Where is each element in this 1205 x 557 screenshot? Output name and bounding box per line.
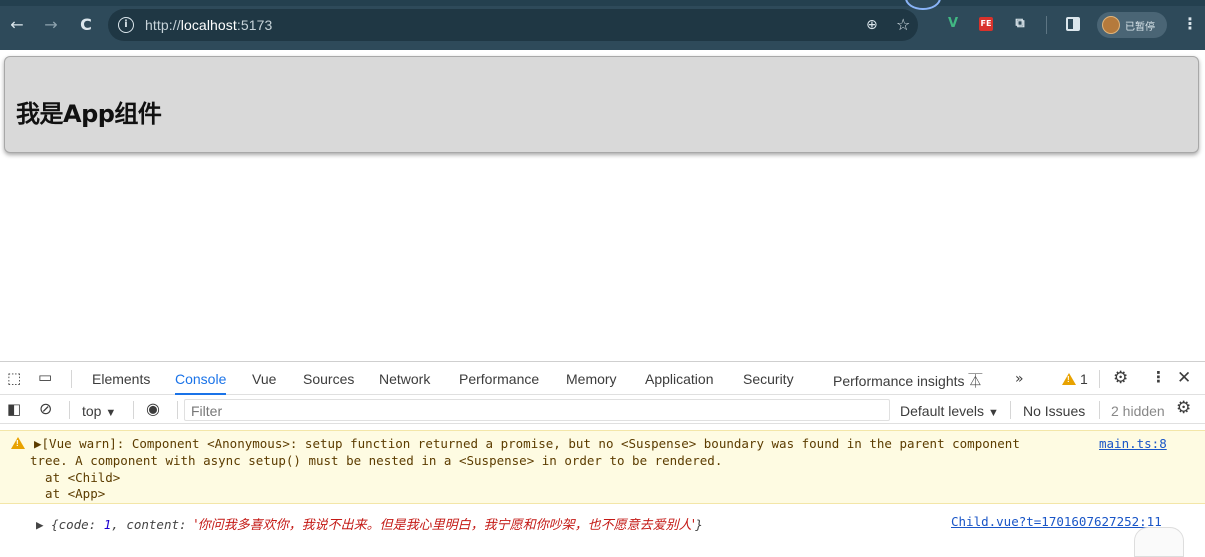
- tab-performance[interactable]: Performance: [459, 371, 539, 387]
- live-expression-eye-icon[interactable]: ◉: [146, 399, 160, 418]
- page-title: 我是App组件: [16, 100, 162, 128]
- inspect-element-icon[interactable]: ⬚: [7, 369, 21, 387]
- side-panel-icon[interactable]: [1066, 17, 1080, 31]
- tab-console[interactable]: Console: [175, 371, 227, 395]
- toolbar-divider: [1010, 401, 1011, 419]
- close-devtools-icon[interactable]: ✕: [1177, 368, 1191, 388]
- tab-strip: [0, 0, 1205, 6]
- console-toolbar: ◧ ⊘ top ▼ ◉ Filter Default levels ▼ No I…: [0, 396, 1205, 424]
- chevron-down-icon: ▼: [105, 407, 117, 419]
- devtools-menu-icon[interactable]: ⋮: [1151, 368, 1166, 386]
- tab-network[interactable]: Network: [379, 371, 430, 387]
- levels-label: Default levels: [900, 403, 985, 419]
- sidebar-toggle-icon[interactable]: ◧: [7, 400, 21, 418]
- flask-icon: ⏄: [968, 374, 983, 390]
- chevron-down-icon: ▼: [987, 407, 999, 419]
- browser-toolbar: ← → C i http://localhost:5173 ⊕ ☆ V FE ⧉…: [0, 0, 1205, 50]
- log-levels-dropdown[interactable]: Default levels ▼: [900, 403, 999, 419]
- forward-icon[interactable]: →: [40, 14, 62, 36]
- tab-vue[interactable]: Vue: [252, 371, 276, 387]
- devtools-tab-bar: ⬚ ▭ Elements Console Vue Sources Network…: [0, 362, 1205, 395]
- vue-devtools-extension-icon[interactable]: V: [943, 14, 963, 34]
- app-component-container: 我是App组件: [4, 56, 1199, 153]
- url-text[interactable]: http://localhost:5173: [145, 17, 272, 33]
- source-link[interactable]: Child.vue?t=1701607627252:11: [951, 514, 1162, 529]
- site-info-icon[interactable]: i: [118, 17, 134, 33]
- more-tabs-icon[interactable]: »: [1015, 371, 1024, 387]
- toolbar-divider: [1099, 401, 1100, 419]
- hidden-count: 2 hidden: [1111, 403, 1165, 419]
- clear-console-icon[interactable]: ⊘: [39, 399, 52, 418]
- tab-elements[interactable]: Elements: [92, 371, 150, 387]
- device-toolbar-icon[interactable]: ▭: [38, 368, 52, 386]
- warning-icon: [11, 437, 25, 449]
- warning-count[interactable]: 1: [1080, 371, 1088, 387]
- settings-gear-icon[interactable]: ⚙: [1113, 368, 1128, 388]
- bookmark-star-icon[interactable]: ☆: [896, 15, 910, 34]
- zoom-icon[interactable]: ⊕: [866, 17, 878, 33]
- console-filter-input[interactable]: Filter: [184, 399, 890, 421]
- toolbar-divider: [133, 401, 134, 419]
- browser-menu-icon[interactable]: ⋮: [1182, 14, 1198, 33]
- tab-performance-insights-label: Performance insights: [833, 373, 965, 389]
- issues-button[interactable]: No Issues: [1023, 403, 1085, 419]
- reload-icon[interactable]: C: [75, 14, 97, 36]
- tab-divider: [1099, 370, 1100, 388]
- context-selector[interactable]: top ▼: [82, 403, 116, 419]
- console-settings-gear-icon[interactable]: ⚙: [1176, 398, 1191, 418]
- address-bar[interactable]: i http://localhost:5173 ⊕ ☆: [108, 9, 918, 41]
- tab-performance-insights[interactable]: Performance insights ⏄: [833, 371, 982, 391]
- scroll-to-bottom-button[interactable]: [1134, 527, 1184, 557]
- warning-line: tree. A component with async setup() mus…: [30, 453, 723, 468]
- warning-stack-line: at <App>: [30, 486, 106, 501]
- tab-security[interactable]: Security: [743, 371, 794, 387]
- console-warning-message[interactable]: ▶[Vue warn]: Component <Anonymous>: setu…: [0, 430, 1205, 504]
- profile-status: 已暂停: [1125, 22, 1155, 33]
- avatar: [1102, 16, 1120, 34]
- back-icon[interactable]: ←: [6, 14, 28, 36]
- console-log-message[interactable]: ▶ {code: 1, content: '你问我多喜欢你，我说不出来。但是我心…: [0, 505, 1205, 557]
- tab-indicator: [905, 0, 941, 10]
- warning-icon[interactable]: [1062, 373, 1076, 385]
- toolbar-divider: [1046, 16, 1047, 34]
- fe-helper-extension-icon[interactable]: FE: [979, 17, 993, 31]
- devtools-panel: ⬚ ▭ Elements Console Vue Sources Network…: [0, 361, 1205, 557]
- profile-button[interactable]: 已暂停: [1097, 12, 1167, 38]
- toolbar-divider: [69, 401, 70, 419]
- tab-application[interactable]: Application: [645, 371, 714, 387]
- extensions-puzzle-icon[interactable]: ⧉: [1010, 14, 1030, 34]
- filter-placeholder: Filter: [191, 403, 223, 419]
- source-link[interactable]: main.ts:8: [1099, 436, 1167, 451]
- toolbar-divider: [177, 401, 178, 419]
- warning-stack-line: at <Child>: [30, 470, 121, 485]
- context-label: top: [82, 403, 102, 419]
- warning-line: ▶[Vue warn]: Component <Anonymous>: setu…: [34, 436, 1020, 451]
- tab-sources[interactable]: Sources: [303, 371, 354, 387]
- tab-divider: [71, 370, 72, 388]
- logged-object[interactable]: ▶ {code: 1, content: '你问我多喜欢你，我说不出来。但是我心…: [36, 514, 703, 533]
- tab-memory[interactable]: Memory: [566, 371, 617, 387]
